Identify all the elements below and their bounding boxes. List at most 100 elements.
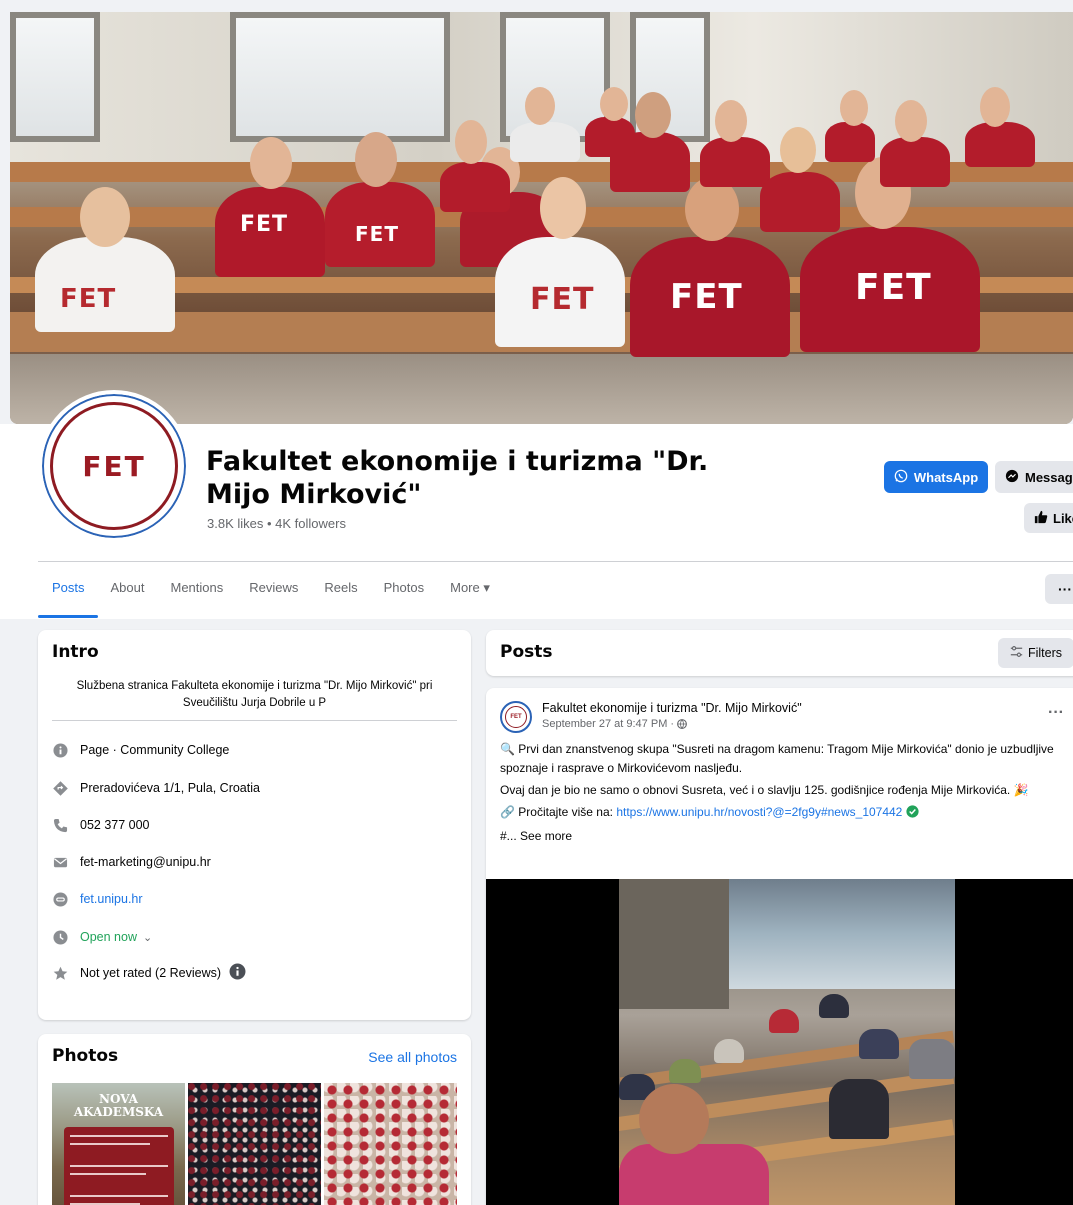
like-label: Like — [1053, 510, 1073, 526]
student-head — [895, 100, 927, 142]
see-all-photos-link[interactable]: See all photos — [368, 1049, 457, 1065]
student — [965, 122, 1035, 167]
phone-icon — [52, 817, 68, 833]
post-line: 🔍 Prvi dan znanstvenog skupa "Susreti na… — [500, 742, 1054, 775]
photo-thumb-panel — [64, 1127, 174, 1205]
video-person — [619, 1144, 769, 1205]
fet-shirt-logo: FET — [355, 222, 399, 246]
tab-about[interactable]: About — [98, 566, 158, 614]
post-author-avatar[interactable]: FET — [500, 701, 532, 733]
clock-icon — [52, 929, 68, 945]
video-person-head — [639, 1084, 709, 1154]
posts-title: Posts — [500, 642, 553, 662]
tab-more[interactable]: More ▾ — [437, 566, 503, 614]
fet-shirt-logo: FET — [240, 212, 289, 237]
tab-posts[interactable]: Posts — [38, 566, 98, 618]
intro-title: Intro — [52, 642, 99, 662]
post-options-button[interactable]: ··· — [1048, 704, 1064, 722]
student-head — [455, 120, 487, 164]
video-wall — [619, 879, 729, 1009]
photos-title: Photos — [52, 1046, 119, 1066]
cover-window — [10, 12, 100, 142]
post-video[interactable] — [486, 879, 1073, 1205]
photo-thumbnail[interactable] — [188, 1083, 321, 1205]
student-head — [355, 132, 397, 187]
location-icon — [52, 780, 68, 796]
intro-hours-row[interactable]: Open now ⌄ — [52, 927, 152, 947]
student-head — [980, 87, 1010, 127]
fet-shirt-logo: FET — [60, 284, 117, 314]
cover-photo[interactable]: FET FET FET FET FET FET — [10, 12, 1073, 424]
intro-phone: 052 377 000 — [80, 818, 150, 832]
intro-hours: Open now — [80, 930, 137, 944]
video-person — [859, 1029, 899, 1059]
intro-phone-row[interactable]: 052 377 000 — [52, 815, 150, 835]
post-timestamp[interactable]: September 27 at 9:47 PM · — [542, 718, 688, 732]
intro-bio: Službena stranica Fakulteta ekonomije i … — [76, 680, 433, 709]
filters-button[interactable]: Filters — [998, 638, 1073, 668]
student — [585, 117, 635, 157]
post-link[interactable]: https://www.unipu.hr/novosti?@=2fg9y#new… — [616, 805, 902, 819]
student-head — [540, 177, 586, 239]
intro-address-row[interactable]: Preradovićeva 1/1, Pula, Croatia — [52, 778, 260, 798]
student — [440, 162, 510, 212]
photos-card: Photos See all photos NOVA AKADEMSKA — [38, 1034, 471, 1205]
posts-header-card: Posts Filters — [486, 630, 1073, 676]
intro-divider — [52, 720, 457, 721]
tab-reels[interactable]: Reels — [311, 566, 370, 614]
avatar-logo-text: FET — [82, 449, 146, 483]
student-head — [780, 127, 816, 173]
tab-mentions[interactable]: Mentions — [158, 566, 237, 614]
chevron-down-icon[interactable]: ⌄ — [143, 931, 152, 944]
post-line: Ovaj dan je bio ne samo o obnovi Susreta… — [500, 783, 1029, 797]
intro-website-link[interactable]: fet.unipu.hr — [80, 892, 143, 906]
student-head — [250, 137, 292, 189]
info-icon[interactable] — [229, 963, 246, 983]
star-icon — [52, 965, 68, 981]
like-button[interactable]: Like — [1024, 503, 1073, 533]
post-author-name[interactable]: Fakultet ekonomije i turizma "Dr. Mijo M… — [542, 701, 802, 715]
whatsapp-button[interactable]: WhatsApp — [884, 461, 988, 493]
see-more-link[interactable]: #... See more — [500, 827, 1073, 846]
intro-card: Intro Službena stranica Fakulteta ekonom… — [38, 630, 471, 1020]
video-person — [769, 1009, 799, 1033]
fet-shirt-logo: FET — [670, 277, 743, 317]
video-person — [714, 1039, 744, 1063]
whatsapp-label: WhatsApp — [913, 469, 979, 485]
header-divider — [38, 561, 1073, 562]
more-options-button[interactable]: ··· — [1045, 574, 1073, 604]
page-stats[interactable]: 3.8K likes • 4K followers — [207, 516, 346, 531]
intro-rating: Not yet rated (2 Reviews) — [80, 966, 222, 980]
info-icon — [52, 742, 68, 758]
photo-thumb-title: NOVA AKADEMSKA — [73, 1092, 164, 1119]
intro-category: Page · Community College — [80, 743, 230, 757]
student-head — [600, 87, 628, 121]
post-card: FET Fakultet ekonomije i turizma "Dr. Mi… — [486, 688, 1073, 1205]
video-person — [819, 994, 849, 1018]
sliders-icon — [1010, 645, 1023, 661]
tab-photos[interactable]: Photos — [371, 566, 437, 614]
intro-website-row[interactable]: fet.unipu.hr — [52, 889, 143, 909]
whatsapp-icon — [894, 469, 908, 486]
messenger-icon — [1005, 469, 1019, 486]
filters-label: Filters — [1027, 646, 1063, 660]
video-person — [909, 1039, 955, 1079]
intro-email-row[interactable]: fet-marketing@unipu.hr — [52, 852, 211, 872]
page-tabs: Posts About Mentions Reviews Reels Photo… — [38, 566, 503, 618]
photo-thumbnail[interactable] — [324, 1083, 457, 1205]
intro-address: Preradovićeva 1/1, Pula, Croatia — [80, 781, 260, 795]
page-title: Fakultet ekonomije i turizma "Dr. Mijo M… — [206, 446, 709, 510]
globe-icon — [52, 891, 68, 907]
video-window — [729, 879, 955, 989]
intro-category-row: Page · Community College — [52, 740, 229, 760]
page-avatar[interactable]: FET — [38, 390, 190, 542]
tab-reviews[interactable]: Reviews — [236, 566, 311, 614]
post-time-text: September 27 at 9:47 PM · — [542, 718, 678, 730]
student — [760, 172, 840, 232]
globe-icon — [677, 719, 688, 732]
post-text: 🔍 Prvi dan znanstvenog skupa "Susreti na… — [500, 740, 1073, 849]
post-link-prefix: 🔗 Pročitajte više na: — [500, 805, 617, 819]
fet-shirt-logo: FET — [855, 267, 932, 308]
photo-thumbnail[interactable]: NOVA AKADEMSKA — [52, 1083, 185, 1205]
message-button[interactable]: Message — [995, 461, 1073, 493]
